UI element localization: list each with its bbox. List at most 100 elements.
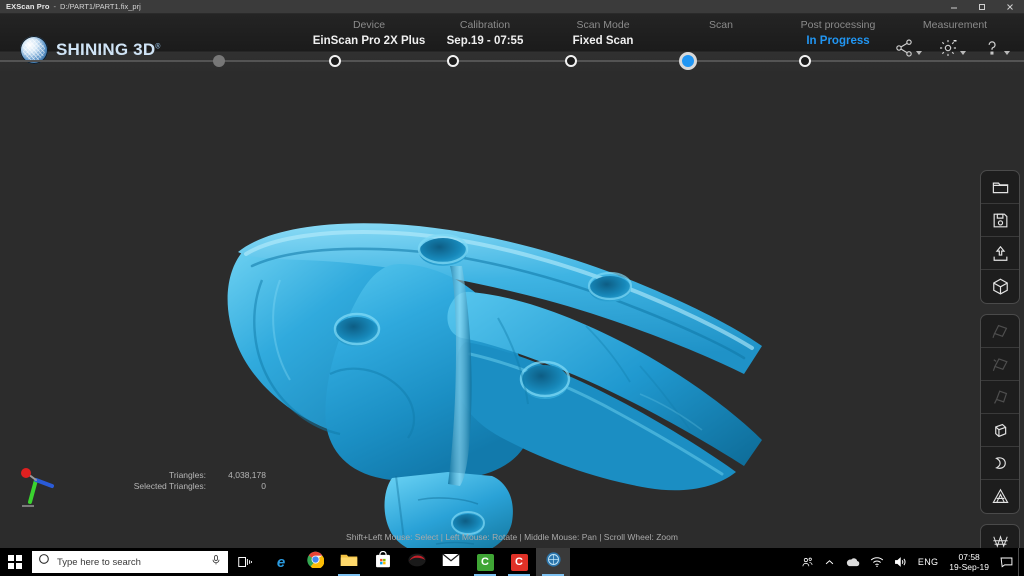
shell-view-button[interactable] (981, 447, 1019, 480)
edge-icon: e (276, 553, 286, 571)
wireframe-icon (991, 532, 1010, 549)
model-button[interactable] (981, 270, 1019, 303)
show-desktop-button[interactable] (1018, 548, 1024, 576)
selected-triangles-value: 0 (261, 481, 266, 491)
mesh-view-button[interactable] (981, 480, 1019, 513)
windows-taskbar: Type here to search e C C ENG 07:58 19-S… (0, 548, 1024, 576)
file-explorer-icon (340, 552, 358, 573)
curvature-shell-icon (991, 454, 1010, 473)
axis-z (34, 478, 54, 488)
selected-triangles-label: Selected Triangles: (133, 481, 206, 491)
taskbar-app-store[interactable] (366, 548, 400, 576)
select-lasso-icon (991, 355, 1010, 374)
step-value: Fixed Scan (572, 35, 634, 47)
help-button[interactable] (982, 38, 1010, 58)
search-placeholder: Type here to search (57, 556, 141, 568)
share-button[interactable] (894, 38, 922, 58)
step-title: Measurement (922, 19, 988, 31)
task-view-button[interactable] (228, 548, 262, 576)
help-icon (982, 38, 1002, 58)
wifi-icon[interactable] (865, 548, 889, 576)
brand-name: SHINING 3D® (56, 40, 161, 60)
workflow-node-post-processing[interactable] (679, 52, 697, 70)
gear-icon (938, 38, 958, 58)
chrome-icon (306, 551, 324, 573)
clock[interactable]: 07:58 19-Sep-19 (943, 552, 995, 572)
stat-row: Triangles: 4,038,178 (110, 470, 266, 481)
taskbar-app-chrome[interactable] (298, 548, 332, 576)
taskbar-app-green-c[interactable]: C (468, 548, 502, 576)
export-button[interactable] (981, 237, 1019, 270)
chevron-down-icon (1004, 51, 1010, 55)
shaded-cube-icon (991, 421, 1010, 440)
taskbar-app-edge[interactable]: e (264, 548, 298, 576)
select-plane-button (981, 315, 1019, 348)
window-titlebar: EXScan Pro - D:/PART1/PART1.fix_prj (0, 0, 1024, 14)
taskbar-app-explorer[interactable] (332, 548, 366, 576)
workflow-node-device[interactable] (213, 55, 225, 67)
red-c-icon: C (510, 553, 528, 571)
chevron-up-icon[interactable] (819, 548, 840, 576)
microphone-icon[interactable] (210, 553, 222, 571)
lasso-select-button (981, 348, 1019, 381)
microsoft-store-icon (375, 550, 391, 573)
model-cube-icon (991, 277, 1010, 296)
polygon-select-button (981, 381, 1019, 414)
system-tray: ENG 07:58 19-Sep-19 (796, 548, 1024, 576)
app-name: EXScan Pro (6, 2, 50, 11)
taskbar-apps: e C C (264, 548, 570, 576)
settings-button[interactable] (938, 38, 966, 58)
workflow-node-calibration[interactable] (329, 55, 341, 67)
search-input[interactable]: Type here to search (32, 551, 228, 573)
export-mesh-icon (991, 244, 1010, 263)
brand-name-text: SHINING 3D (56, 40, 156, 59)
chevron-down-icon (960, 51, 966, 55)
workflow-node-scan[interactable] (565, 55, 577, 67)
3d-viewport[interactable]: Triangles: 4,038,178 Selected Triangles:… (0, 74, 1024, 548)
toolbar-group-file (980, 170, 1020, 304)
green-c-icon: C (476, 553, 494, 571)
open-project-button[interactable] (981, 171, 1019, 204)
axis-x (21, 468, 31, 478)
exscan-pro-icon (545, 551, 562, 573)
toolbar-group-display (980, 524, 1020, 548)
shaded-view-button[interactable] (981, 414, 1019, 447)
axis-y (28, 478, 38, 504)
mesh-statistics: Triangles: 4,038,178 Selected Triangles:… (110, 470, 266, 492)
taskbar-app-red-c[interactable]: C (502, 548, 536, 576)
right-toolbar (980, 170, 1020, 548)
clock-date: 19-Sep-19 (949, 562, 989, 572)
select-polygon-icon (991, 388, 1010, 407)
media-player-icon (408, 553, 426, 572)
people-icon[interactable] (796, 548, 819, 576)
taskbar-app-mail[interactable] (434, 548, 468, 576)
taskbar-app-exscan-pro[interactable] (536, 548, 570, 576)
start-button[interactable] (0, 548, 30, 576)
windows-logo-icon (8, 555, 22, 569)
workflow-steps: Device EinScan Pro 2X Plus Calibration S… (150, 14, 987, 74)
action-center-icon[interactable] (995, 548, 1018, 576)
mouse-hint: Shift+Left Mouse: Select | Left Mouse: R… (346, 532, 678, 542)
taskbar-app-media[interactable] (400, 548, 434, 576)
save-project-button[interactable] (981, 204, 1019, 237)
window-controls (940, 0, 1024, 14)
volume-icon[interactable] (889, 548, 913, 576)
select-plane-icon (991, 322, 1010, 341)
minimize-button[interactable] (940, 0, 968, 14)
search-circle-icon (38, 553, 51, 571)
header-tools (894, 38, 1010, 58)
wireframe-button[interactable] (981, 525, 1019, 548)
workflow-node-measurement[interactable] (799, 55, 811, 67)
language-indicator[interactable]: ENG (913, 548, 943, 576)
workflow-node-scan-mode[interactable] (447, 55, 459, 67)
maximize-button[interactable] (968, 0, 996, 14)
exscan-pro-window: EXScan Pro - D:/PART1/PART1.fix_prj SHIN… (0, 0, 1024, 576)
save-project-icon (991, 211, 1010, 230)
close-button[interactable] (996, 0, 1024, 14)
project-file-path: D:/PART1/PART1.fix_prj (60, 2, 141, 11)
triangles-value: 4,038,178 (228, 470, 266, 480)
onedrive-icon[interactable] (840, 548, 865, 576)
mesh-triangle-icon (991, 487, 1010, 506)
triangles-label: Triangles: (168, 470, 206, 480)
stat-row: Selected Triangles: 0 (110, 481, 266, 492)
